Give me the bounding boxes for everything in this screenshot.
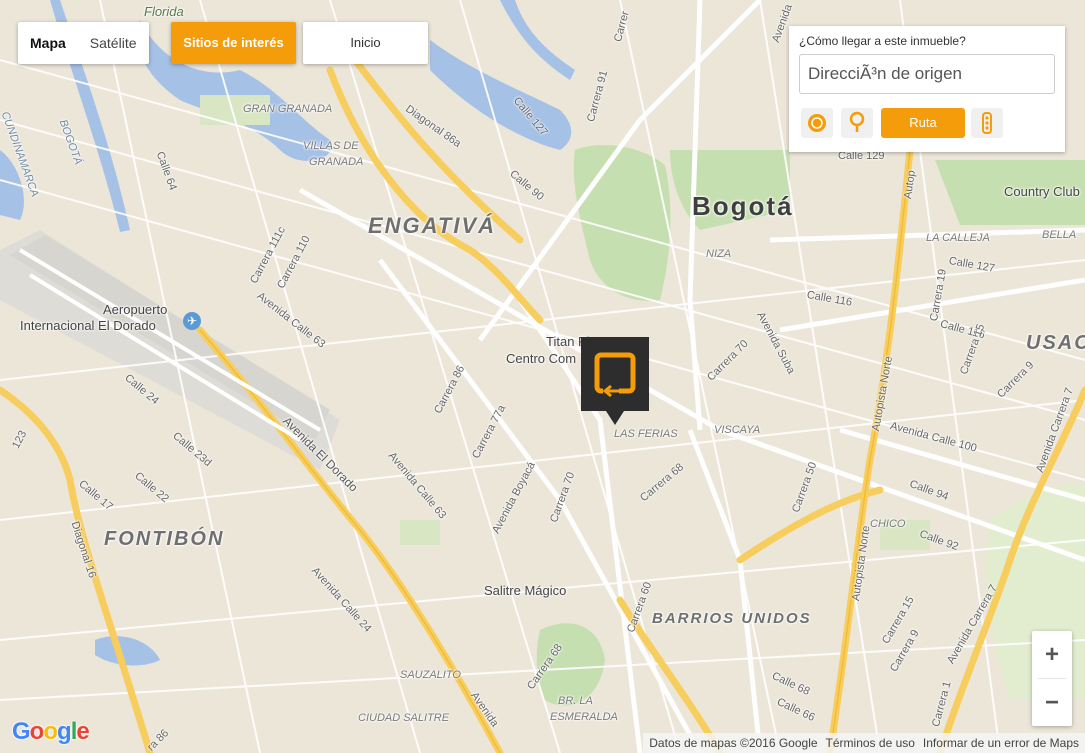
label-bella: BELLA: [1042, 229, 1077, 241]
poi-country-club: Country Club: [1004, 184, 1080, 199]
district-usaquen: USAC: [1026, 332, 1085, 354]
location-mode-button[interactable]: [841, 108, 873, 138]
attribution-bar: Datos de mapas ©2016 Google Términos de …: [643, 733, 1085, 753]
map-data-attribution: Datos de mapas ©2016 Google: [649, 736, 818, 750]
map-canvas[interactable]: Florida GRAN GRANADA VILLAS DE GRANADA C…: [0, 0, 1085, 753]
label-villas-de: VILLAS DE: [303, 140, 359, 152]
traffic-button[interactable]: [971, 108, 1003, 138]
property-marker-icon: [594, 352, 636, 398]
label-niza: NIZA: [706, 248, 732, 260]
label-gran-granada: GRAN GRANADA: [243, 103, 333, 115]
terms-link[interactable]: Términos de uso: [826, 733, 915, 753]
traffic-light-icon: [982, 112, 992, 134]
label-sauzalito: SAUZALITO: [400, 669, 461, 681]
district-barrios-unidos: BARRIOS UNIDOS: [652, 610, 812, 627]
directions-question: ¿Cómo llegar a este inmueble?: [799, 34, 966, 48]
map-type-control: Mapa Satélite: [18, 22, 149, 64]
car-icon: [808, 114, 826, 132]
home-button[interactable]: Inicio: [303, 22, 428, 64]
points-of-interest-button[interactable]: Sitios de interés: [171, 22, 296, 64]
city-bogota: Bogotá: [692, 191, 794, 221]
google-logo[interactable]: Google: [12, 718, 90, 746]
label-esmeralda: ESMERALDA: [550, 711, 618, 723]
zoom-out-button[interactable]: −: [1032, 679, 1072, 726]
label-la-calleja: LA CALLEJA: [926, 232, 990, 244]
origin-address-input[interactable]: [799, 54, 1055, 94]
poi-titan-2: Centro Com: [506, 351, 577, 366]
label-ciudad-salitre: CIUDAD SALITRE: [358, 712, 450, 724]
zoom-control: + −: [1032, 631, 1072, 726]
map-type-satellite-button[interactable]: Satélite: [78, 22, 149, 64]
label-florida: Florida: [144, 4, 184, 19]
label-chico: CHICO: [870, 518, 906, 530]
map-type-map-button[interactable]: Mapa: [18, 22, 78, 64]
pin-icon: [849, 111, 865, 132]
property-marker[interactable]: [581, 337, 649, 425]
label-br-la: BR. LA: [558, 695, 593, 707]
label-granada: GRANADA: [309, 156, 364, 168]
district-engativa: ENGATIVÁ: [368, 213, 497, 238]
report-error-link[interactable]: Informar de un error de Maps: [923, 733, 1079, 753]
directions-panel: ¿Cómo llegar a este inmueble? Ruta: [789, 26, 1065, 152]
driving-mode-button[interactable]: [801, 108, 833, 138]
poi-aeropuerto: Aeropuerto: [103, 302, 168, 317]
route-button[interactable]: Ruta: [881, 108, 965, 138]
district-fontibon: FONTIBÓN: [104, 528, 225, 550]
zoom-in-button[interactable]: +: [1032, 631, 1072, 678]
label-las-ferias: LAS FERIAS: [614, 428, 678, 440]
poi-salitre-magico: Salitre Mágico: [484, 583, 567, 598]
poi-el-dorado: Internacional El Dorado: [20, 318, 156, 333]
airport-icon: ✈: [183, 312, 201, 330]
label-viscaya: VISCAYA: [714, 424, 761, 436]
